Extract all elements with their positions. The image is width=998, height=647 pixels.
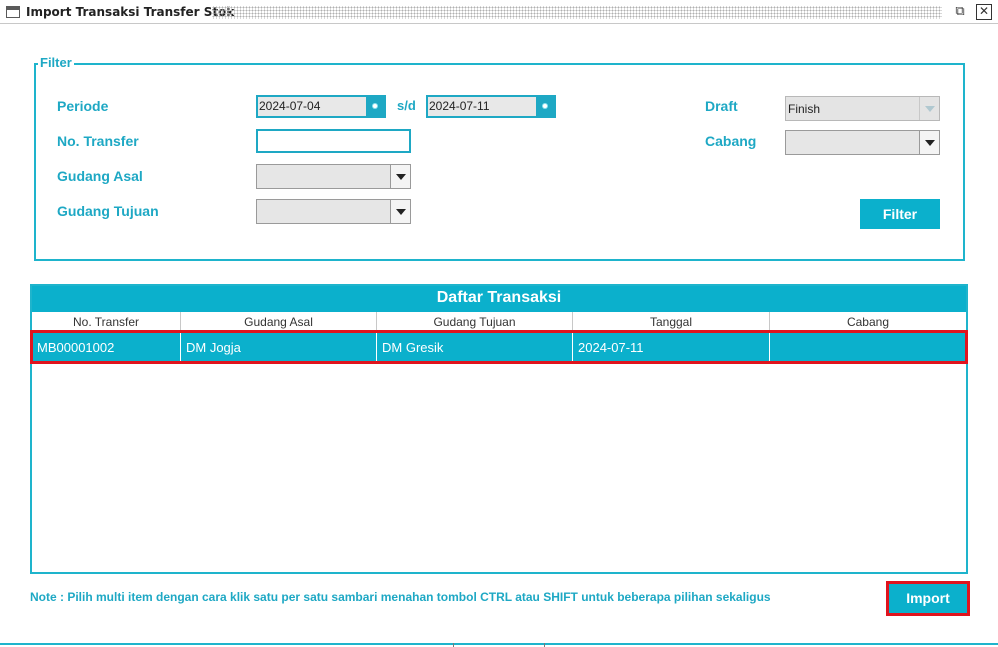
cell-no-transfer: MB00001002 — [32, 333, 181, 362]
cabang-label: Cabang — [705, 133, 757, 149]
import-button[interactable]: Import — [889, 584, 967, 613]
table-title: Daftar Transaksi — [32, 286, 966, 312]
periode-to-field[interactable]: 2024-07-11 — [426, 95, 556, 118]
filter-button[interactable]: Filter — [860, 199, 940, 229]
chevron-down-icon[interactable] — [390, 165, 410, 188]
cabang-select[interactable] — [785, 130, 940, 155]
selection-note: Note : Pilih multi item dengan cara klik… — [30, 590, 771, 604]
periode-to-value: 2024-07-11 — [429, 99, 490, 113]
draft-label: Draft — [705, 98, 738, 114]
periode-from-value: 2024-07-04 — [259, 99, 321, 113]
column-header-gudang-asal[interactable]: Gudang Asal — [181, 312, 377, 332]
bottom-tick — [453, 643, 454, 647]
calendar-icon[interactable] — [536, 97, 554, 116]
column-header-cabang[interactable]: Cabang — [770, 312, 966, 332]
column-header-gudang-tujuan[interactable]: Gudang Tujuan — [377, 312, 573, 332]
column-header-tanggal[interactable]: Tanggal — [573, 312, 770, 332]
import-transfer-window: Import Transaksi Transfer Stok ⧉ ✕ Filte… — [0, 0, 998, 647]
column-header-no-transfer[interactable]: No. Transfer — [32, 312, 181, 332]
cell-cabang — [770, 333, 966, 362]
periode-from-field[interactable]: 2024-07-04 — [256, 95, 386, 118]
no-transfer-label: No. Transfer — [57, 133, 139, 149]
close-icon[interactable]: ✕ — [976, 4, 992, 20]
restore-icon[interactable]: ⧉ — [952, 4, 968, 20]
table-row[interactable]: MB00001002 DM Jogja DM Gresik 2024-07-11 — [32, 333, 966, 362]
no-transfer-input[interactable] — [256, 129, 411, 153]
window-title: Import Transaksi Transfer Stok — [26, 5, 235, 19]
chevron-down-icon[interactable] — [919, 131, 939, 154]
gudang-asal-label: Gudang Asal — [57, 168, 143, 184]
bottom-tick — [544, 643, 545, 647]
bottom-divider — [0, 643, 998, 645]
periode-label: Periode — [57, 98, 109, 114]
cell-gudang-asal: DM Jogja — [181, 333, 377, 362]
gudang-tujuan-label: Gudang Tujuan — [57, 203, 159, 219]
cell-gudang-tujuan: DM Gresik — [377, 333, 573, 362]
chevron-down-icon[interactable] — [390, 200, 410, 223]
calendar-icon[interactable] — [366, 97, 384, 116]
gudang-tujuan-select[interactable] — [256, 199, 411, 224]
cell-tanggal: 2024-07-11 — [573, 333, 770, 362]
gudang-asal-select[interactable] — [256, 164, 411, 189]
draft-value: Finish — [788, 102, 821, 116]
title-bar[interactable]: Import Transaksi Transfer Stok ⧉ ✕ — [0, 0, 998, 24]
filter-legend: Filter — [38, 55, 74, 70]
table-header: No. Transfer Gudang Asal Gudang Tujuan T… — [32, 312, 966, 332]
chevron-down-icon — [919, 97, 939, 120]
transaction-table: Daftar Transaksi No. Transfer Gudang Asa… — [30, 284, 968, 574]
title-bar-grip — [212, 6, 942, 19]
filter-panel — [34, 63, 965, 261]
draft-select: Finish — [785, 96, 940, 121]
window-icon — [6, 6, 20, 18]
sd-label: s/d — [397, 98, 416, 113]
